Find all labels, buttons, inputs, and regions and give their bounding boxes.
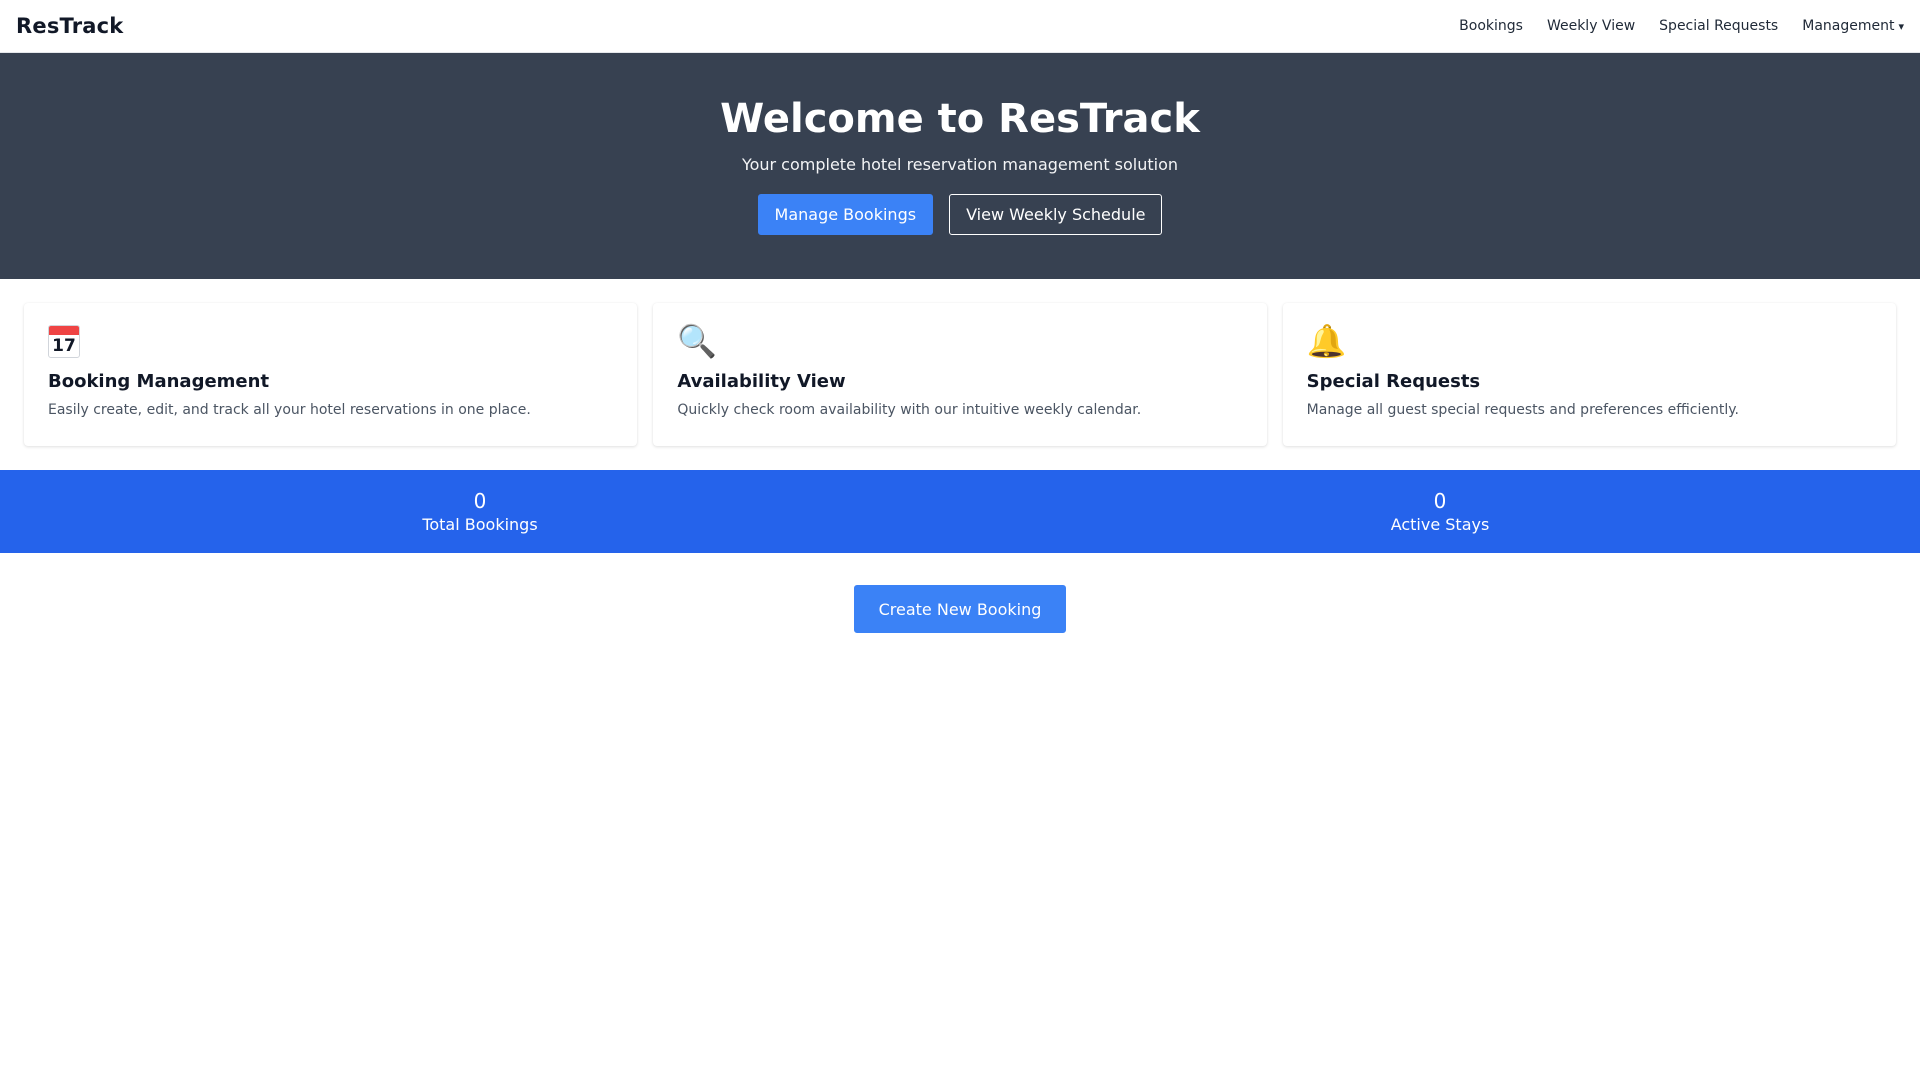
feature-description: Easily create, edit, and track all your … [48,402,531,418]
feature-card-booking-management: 17 Booking Management Easily create, edi… [24,303,638,446]
stat-active-stays: 0 Active Stays [960,470,1920,553]
calendar-icon-day: 17 [52,336,76,356]
stat-label: Active Stays [1390,515,1490,534]
feature-card-special-requests: 🔔 Special Requests Manage all guest spec… [1282,303,1896,446]
brand-logo[interactable]: ResTrack [16,14,123,38]
stat-value: 0 [1433,489,1447,513]
management-dropdown-label: Management [1802,18,1895,34]
view-weekly-schedule-button[interactable]: View Weekly Schedule [949,194,1163,235]
features-section: 17 Booking Management Easily create, edi… [0,279,1920,470]
calendar-icon: 17 [48,325,613,361]
nav-link-special-requests[interactable]: Special Requests [1659,18,1778,34]
stat-label: Total Bookings [422,515,538,534]
cta-section: Create New Booking [0,553,1920,633]
create-new-booking-button[interactable]: Create New Booking [853,585,1067,633]
feature-title: Availability View [677,371,846,392]
stats-band: 0 Total Bookings 0 Active Stays [0,470,1920,553]
hero-title: Welcome to ResTrack [720,96,1200,142]
top-navbar: ResTrack Bookings Weekly View Special Re… [0,0,1920,53]
feature-card-availability-view: 🔍 Availability View Quickly check room a… [653,303,1267,446]
stat-total-bookings: 0 Total Bookings [0,470,960,553]
hero-actions: Manage Bookings View Weekly Schedule [757,194,1163,235]
stat-value: 0 [473,489,487,513]
feature-title: Booking Management [48,371,270,392]
magnifier-icon: 🔍 [677,322,718,360]
nav-link-weekly-view[interactable]: Weekly View [1547,18,1635,34]
hero-section: Welcome to ResTrack Your complete hotel … [0,53,1920,279]
feature-description: Manage all guest special requests and pr… [1306,402,1740,418]
management-dropdown[interactable]: Management ▾ [1802,18,1904,34]
chevron-down-icon: ▾ [1898,19,1904,33]
nav-link-bookings[interactable]: Bookings [1459,18,1523,34]
nav-links: Bookings Weekly View Special Requests Ma… [1459,18,1904,34]
feature-description: Quickly check room availability with our… [677,402,1142,418]
bell-icon: 🔔 [1306,322,1347,360]
hero-subtitle: Your complete hotel reservation manageme… [741,155,1179,174]
feature-title: Special Requests [1306,371,1481,392]
manage-bookings-button[interactable]: Manage Bookings [757,194,934,235]
